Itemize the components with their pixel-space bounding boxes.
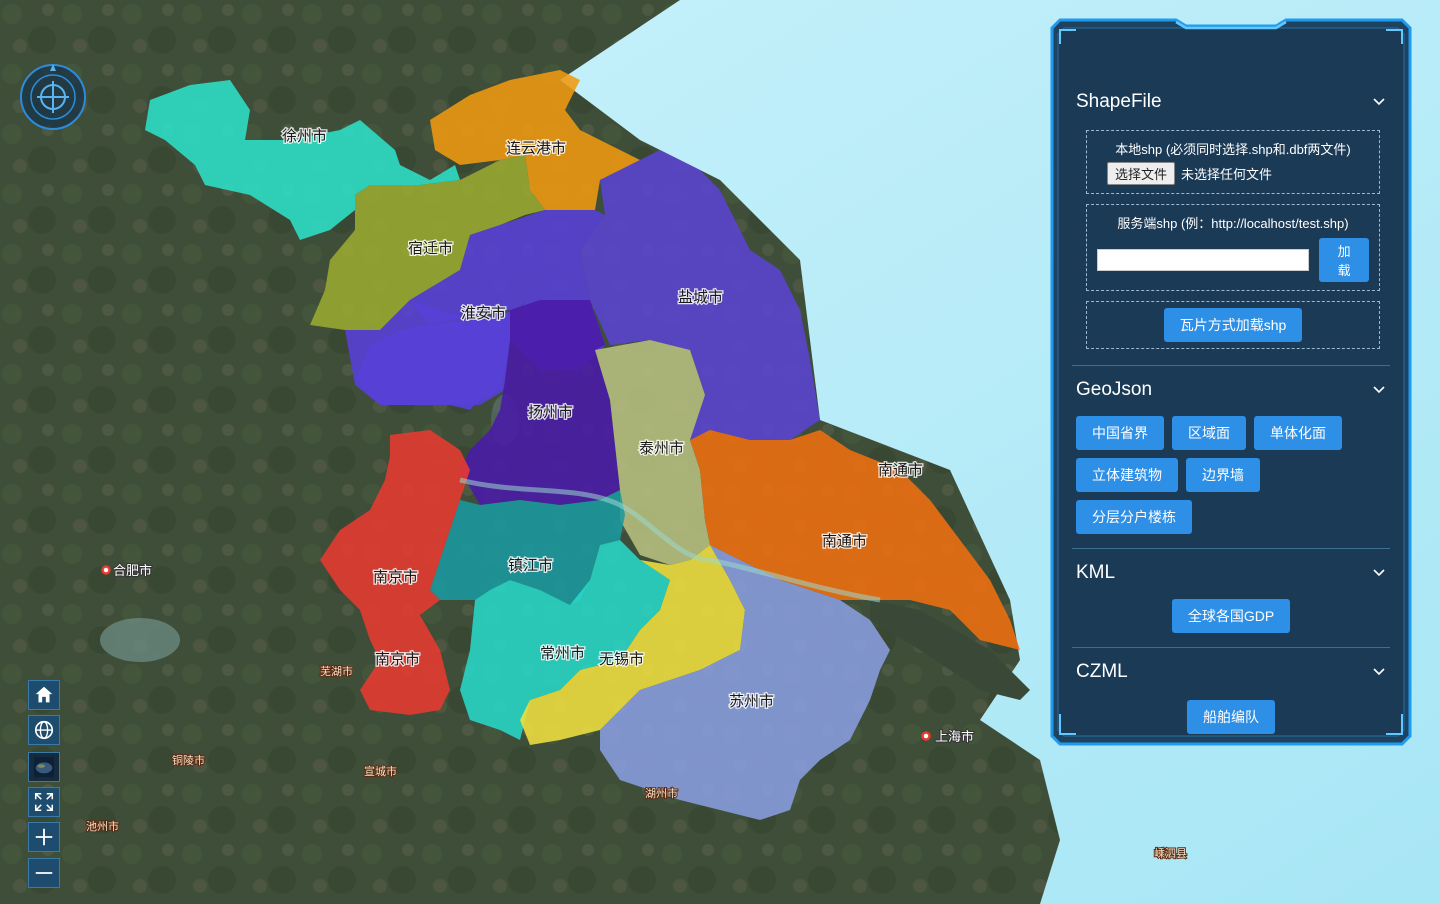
tile-shp-box: 瓦片方式加载shp	[1086, 301, 1380, 349]
chaohu-lake	[100, 618, 180, 662]
basemap-icon	[33, 756, 55, 778]
monomer-polygon-button[interactable]: 单体化面	[1254, 416, 1342, 450]
divider	[1072, 548, 1390, 549]
label-yancheng: 盐城市	[678, 288, 723, 306]
chevron-down-icon	[1373, 98, 1385, 106]
ship-fleet-button[interactable]: 船舶编队	[1187, 700, 1275, 734]
server-shp-label: 服务端shp (例：http://localhost/test.shp)	[1117, 216, 1349, 231]
3d-building-button[interactable]: 立体建筑物	[1076, 458, 1178, 492]
label-chizhou: 池州市	[86, 819, 119, 833]
divider	[1072, 365, 1390, 366]
geojson-buttons: 中国省界 区域面 单体化面 立体建筑物 边界墙 分层分户楼栋	[1060, 416, 1376, 534]
section-geojson: GeoJson 中国省界 区域面 单体化面 立体建筑物 边界墙 分层分户楼栋	[1060, 368, 1402, 534]
label-suzhou: 苏州市	[729, 692, 774, 710]
label-hefei: 合肥市	[113, 563, 152, 579]
local-shp-box: 本地shp (必须同时选择.shp和.dbf两文件) 选择文件 未选择任何文件	[1086, 130, 1380, 194]
label-shanghai: 上海市	[935, 729, 974, 745]
kml-title: KML	[1076, 562, 1116, 583]
divider	[1072, 647, 1390, 648]
geojson-title: GeoJson	[1076, 379, 1153, 400]
label-huzhou: 湖州市	[645, 786, 678, 800]
label-zhenjiang: 镇江市	[508, 556, 553, 574]
label-nantong-top: 南通市	[878, 461, 923, 479]
section-czml: CZML 船舶编队	[1060, 650, 1402, 734]
server-shp-box: 服务端shp (例：http://localhost/test.shp) 加载	[1086, 204, 1380, 291]
section-kml: KML 全球各国GDP	[1060, 551, 1402, 633]
label-xuancheng: 宣城市	[364, 764, 397, 778]
zoom-out-button[interactable]	[28, 858, 60, 888]
local-shp-label: 本地shp (必须同时选择.shp和.dbf两文件)	[1115, 142, 1351, 157]
home-button[interactable]	[28, 680, 60, 710]
basemap-button[interactable]	[28, 752, 60, 782]
czml-header[interactable]: CZML	[1060, 650, 1402, 694]
kml-header[interactable]: KML	[1060, 551, 1402, 595]
zoom-in-button[interactable]	[28, 822, 60, 852]
label-tongling: 铜陵市	[172, 753, 205, 767]
boundary-wall-button[interactable]: 边界墙	[1186, 458, 1260, 492]
zoom-in-icon	[35, 828, 53, 846]
shapefile-header[interactable]: ShapeFile	[1060, 80, 1402, 124]
label-nantong: 南通市	[822, 532, 867, 550]
geojson-header[interactable]: GeoJson	[1060, 368, 1402, 412]
label-nanjing: 南京市	[373, 568, 418, 586]
layer-panel: ShapeFile 本地shp (必须同时选择.shp和.dbf两文件) 选择文…	[1046, 14, 1416, 750]
label-suqian: 宿迁市	[408, 239, 453, 257]
label-xuzhou: 徐州市	[282, 127, 327, 145]
chevron-down-icon	[1373, 386, 1385, 394]
label-yangzhou: 扬州市	[528, 403, 573, 421]
choose-file-button[interactable]: 选择文件	[1107, 162, 1176, 185]
czml-title: CZML	[1076, 661, 1128, 682]
label-wuxi: 无锡市	[599, 650, 644, 668]
file-status: 未选择任何文件	[1181, 167, 1273, 182]
region-polygon-button[interactable]: 区域面	[1172, 416, 1246, 450]
label-changzhou: 常州市	[540, 644, 585, 662]
label-huaian: 淮安市	[461, 304, 506, 322]
zoom-out-icon	[35, 872, 53, 874]
label-taizhou: 泰州市	[639, 439, 684, 457]
load-shp-button[interactable]: 加载	[1319, 238, 1369, 282]
layered-building-button[interactable]: 分层分户楼栋	[1076, 500, 1192, 534]
label-nanjing-2: 南京市	[375, 650, 420, 668]
shapefile-title: ShapeFile	[1076, 91, 1162, 112]
compass-widget[interactable]	[18, 62, 88, 132]
fullscreen-button[interactable]	[28, 787, 60, 817]
chevron-down-icon	[1373, 569, 1385, 577]
label-wuhu: 芜湖市	[320, 664, 353, 678]
china-province-button[interactable]: 中国省界	[1076, 416, 1164, 450]
globe-icon	[34, 720, 54, 740]
tile-load-shp-button[interactable]: 瓦片方式加载shp	[1163, 308, 1303, 342]
global-gdp-button[interactable]: 全球各国GDP	[1171, 599, 1291, 633]
chevron-down-icon	[1373, 668, 1385, 676]
label-shengsi: 嵊泗县	[1154, 847, 1187, 860]
shp-url-input[interactable]	[1097, 249, 1310, 271]
fullscreen-icon	[34, 792, 54, 812]
home-icon	[35, 686, 53, 703]
section-shapefile: ShapeFile 本地shp (必须同时选择.shp和.dbf两文件) 选择文…	[1060, 80, 1402, 349]
label-lianyungang: 连云港市	[506, 139, 566, 157]
globe-button[interactable]	[28, 715, 60, 745]
